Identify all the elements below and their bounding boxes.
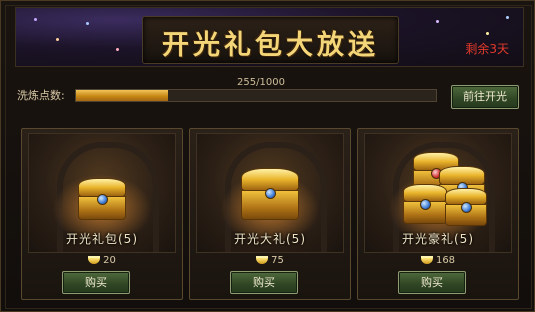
page-title: 开光礼包大放送 [162,30,379,61]
pack-price: 75 [190,255,350,266]
refine-progress-bar [75,89,437,102]
gift-pack-window: 开光礼包大放送 剩余3天 洗炼点数: 255/1000 前往开光 开光礼包(5)… [0,0,535,312]
firework-spark [116,48,119,51]
gold-ingot-icon [420,256,433,264]
firework-spark [486,32,489,35]
treasure-chest-icon [78,178,126,220]
header-banner: 开光礼包大放送 剩余3天 [15,7,524,67]
pack-price: 168 [358,255,518,266]
pack-price-value: 20 [103,255,116,266]
pack-name: 开光礼包(5) [66,232,138,246]
pack-card-deluxe: 开光豪礼(5) 168 购买 [357,128,519,300]
pack-name: 开光豪礼(5) [402,232,474,246]
firework-spark [56,38,59,41]
pack-card-small: 开光礼包(5) 20 购买 [21,128,183,300]
gold-ingot-icon [256,256,269,264]
pack-price-value: 75 [271,255,284,266]
firework-spark [34,18,37,21]
refine-points-label: 洗炼点数: [17,89,65,102]
go-open-button[interactable]: 前往开光 [451,85,519,109]
title-plaque: 开光礼包大放送 [142,16,399,64]
pack-price: 20 [22,255,182,266]
pack-name: 开光大礼(5) [234,232,306,246]
treasure-chest-icon [241,168,299,220]
pack-card-large: 开光大礼(5) 75 购买 [189,128,351,300]
treasure-chest-icon [445,188,487,226]
buy-button[interactable]: 购买 [62,271,130,294]
buy-button[interactable]: 购买 [398,271,466,294]
pack-price-value: 168 [435,255,456,266]
buy-button[interactable]: 购买 [230,271,298,294]
pack-display: 开光大礼(5) [196,133,344,253]
refine-points-value: 255/1000 [237,77,285,88]
firework-spark [436,20,439,23]
refine-progress-fill [76,90,168,101]
firework-spark [506,16,509,19]
treasure-chest-icon [403,184,447,224]
gold-ingot-icon [88,256,101,264]
pack-display: 开光礼包(5) [28,133,176,253]
remaining-days: 剩余3天 [465,42,509,56]
pack-display: 开光豪礼(5) [364,133,512,253]
firework-spark [86,22,89,25]
